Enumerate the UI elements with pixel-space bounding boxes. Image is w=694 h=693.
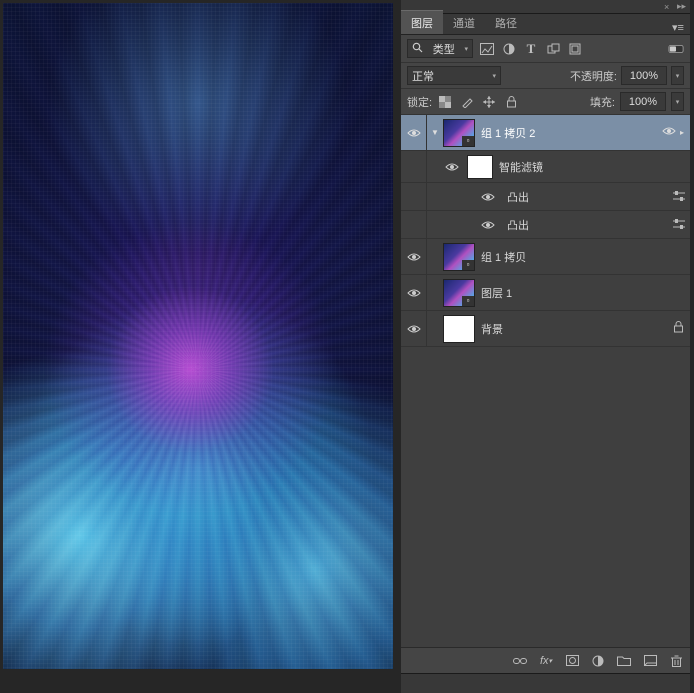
filter-pixel-icon[interactable] [479,41,495,57]
layer-thumbnail[interactable]: ▫ [443,243,475,271]
lock-position-icon[interactable] [481,94,497,110]
fill-label: 填充: [590,94,615,110]
close-panel-icon[interactable]: × [664,3,672,11]
link-layers-icon[interactable] [512,653,528,669]
collapse-panel-icon[interactable]: ▸▸ [672,1,686,12]
blend-mode-row: 正常 ▾ 不透明度: 100% ▾ [401,63,690,89]
filter-type-dropdown[interactable]: 类型 ▾ [407,39,473,58]
lock-row: 锁定: 填充: 100% ▾ [401,89,690,115]
filter-shape-icon[interactable] [545,41,561,57]
layer-thumbnail[interactable]: ▫ [443,119,475,147]
layer-thumbnail[interactable]: ▫ [443,279,475,307]
lock-transparency-icon[interactable] [437,94,453,110]
new-group-icon[interactable] [616,653,632,669]
lock-label: 锁定: [407,94,432,110]
chevron-down-icon: ▾ [464,45,468,53]
smartobject-badge-icon: ▫ [462,296,474,306]
filter-type-label: 类型 [433,41,455,57]
panel-menu-icon[interactable]: ▾≡ [670,21,690,34]
smart-filters-header-row[interactable]: 智能滤镜 [401,151,690,183]
lock-icon [673,321,684,336]
layer-filter-row: 类型 ▾ T [401,35,690,63]
smart-filter-options-icon[interactable]: ▸ [680,128,684,137]
search-icon [412,42,423,56]
blend-mode-value: 正常 [412,68,434,84]
visibility-eye-icon[interactable] [407,252,421,262]
canvas-area [0,0,401,693]
layers-list: ▼ ▫ 组 1 拷贝 2 ▸ 智能滤镜 凸出 [401,115,690,647]
layers-panel: × ▸▸ 图层 通道 路径 ▾≡ 类型 ▾ T [401,0,690,693]
opacity-flyout-icon[interactable]: ▾ [671,66,684,85]
smartobject-badge-icon: ▫ [462,136,474,146]
filter-visibility-eye-icon[interactable] [662,126,676,139]
new-adjustment-icon[interactable] [590,653,606,669]
layer-thumbnail[interactable] [443,315,475,343]
layer-name[interactable]: 图层 1 [481,285,684,301]
filter-blending-options-icon[interactable] [672,218,686,232]
filter-row-extrude2[interactable]: 凸出 [401,211,690,239]
document-canvas[interactable] [3,3,393,669]
chevron-down-icon: ▾ [492,72,496,80]
lock-pixels-icon[interactable] [459,94,475,110]
layer-row-layer1[interactable]: ▫ 图层 1 [401,275,690,311]
layer-row-group1copy2[interactable]: ▼ ▫ 组 1 拷贝 2 ▸ [401,115,690,151]
filter-smartobject-icon[interactable] [567,41,583,57]
tab-channels[interactable]: 通道 [443,11,485,34]
visibility-eye-icon[interactable] [481,220,495,230]
panel-footer-strip [401,673,690,693]
visibility-eye-icon[interactable] [445,162,459,172]
filter-name: 凸出 [507,217,672,233]
visibility-eye-icon[interactable] [407,288,421,298]
add-mask-icon[interactable] [564,653,580,669]
fill-flyout-icon[interactable]: ▾ [671,92,684,111]
lock-all-icon[interactable] [503,94,519,110]
opacity-field[interactable]: 100% [621,66,667,85]
tab-layers[interactable]: 图层 [401,10,443,34]
filter-mask-thumbnail[interactable] [467,155,493,179]
expand-arrow-icon[interactable]: ▼ [431,128,443,137]
visibility-eye-icon[interactable] [407,128,421,138]
tab-paths[interactable]: 路径 [485,11,527,34]
layers-bottom-bar: fx▾ [401,647,690,673]
smartobject-badge-icon: ▫ [462,260,474,270]
new-layer-icon[interactable] [642,653,658,669]
visibility-eye-icon[interactable] [407,324,421,334]
visibility-eye-icon[interactable] [481,192,495,202]
fill-field[interactable]: 100% [620,92,666,111]
layer-name[interactable]: 背景 [481,321,673,337]
filter-toggle-switch[interactable] [668,41,684,57]
filter-row-extrude1[interactable]: 凸出 [401,183,690,211]
filter-type-icon[interactable]: T [523,41,539,57]
layer-name[interactable]: 组 1 拷贝 [481,249,684,265]
filter-blending-options-icon[interactable] [672,190,686,204]
filter-adjustment-icon[interactable] [501,41,517,57]
layer-style-icon[interactable]: fx▾ [538,653,554,669]
blend-mode-dropdown[interactable]: 正常 ▾ [407,66,501,85]
layer-row-background[interactable]: 背景 [401,311,690,347]
panel-tabs: 图层 通道 路径 ▾≡ [401,14,690,35]
layer-name[interactable]: 组 1 拷贝 2 [481,125,662,141]
smart-filters-label: 智能滤镜 [499,159,690,175]
opacity-label: 不透明度: [570,68,617,84]
filter-name: 凸出 [507,189,672,205]
layer-row-group1copy[interactable]: ▫ 组 1 拷贝 [401,239,690,275]
delete-layer-icon[interactable] [668,653,684,669]
